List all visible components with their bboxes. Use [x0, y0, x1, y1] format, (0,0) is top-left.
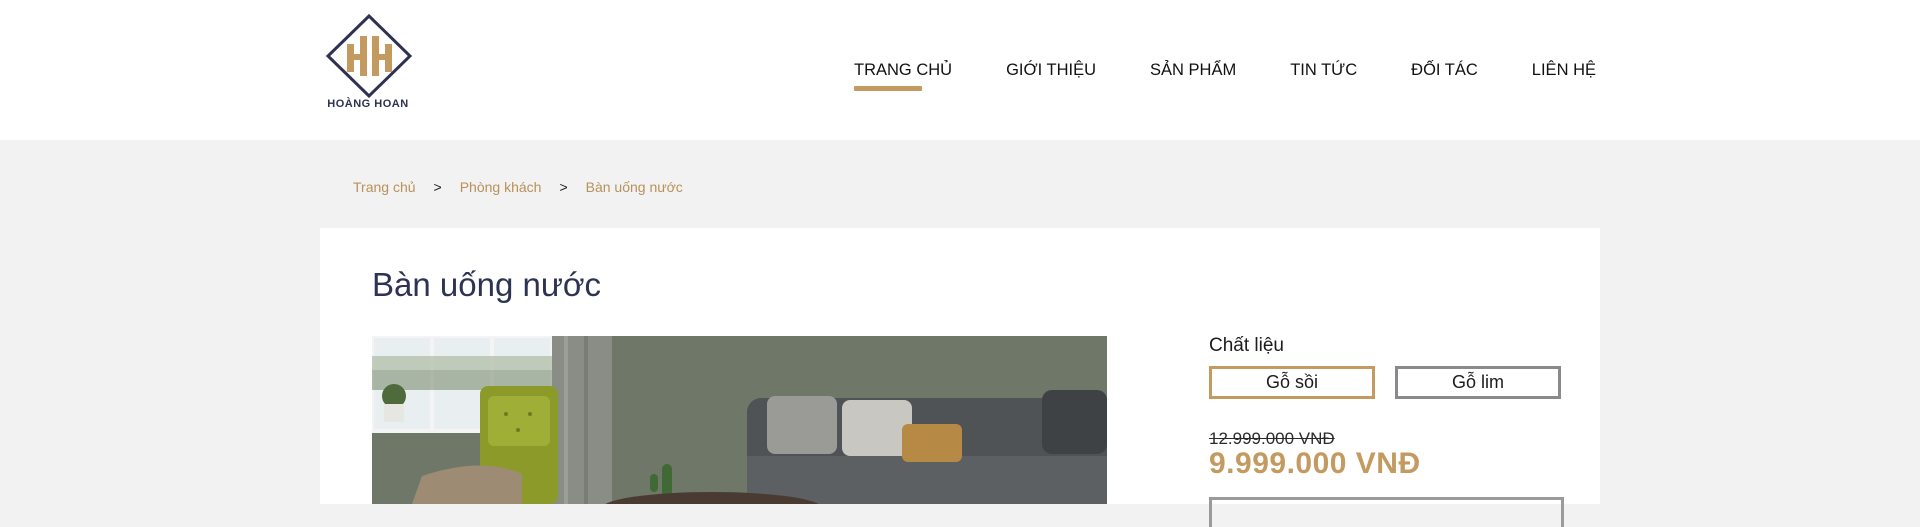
breadcrumb-living-room[interactable]: Phòng khách [460, 179, 542, 195]
product-photo-illustration [372, 336, 1107, 504]
sale-price: 9.999.000 VNĐ [1209, 447, 1421, 480]
brand-logo[interactable]: HOÀNG HOAN [320, 13, 420, 114]
nav-item-news[interactable]: TIN TỨC [1290, 61, 1357, 80]
nav-item-about[interactable]: GIỚI THIỆU [1006, 61, 1096, 80]
nav-item-home[interactable]: TRANG CHỦ [854, 61, 952, 91]
breadcrumb-home[interactable]: Trang chủ [353, 179, 416, 195]
material-option-ironwood[interactable]: Gỗ lim [1395, 366, 1561, 399]
nav-item-contact[interactable]: LIÊN HỆ [1532, 61, 1596, 80]
material-option-oak[interactable]: Gỗ sồi [1209, 366, 1375, 399]
add-to-cart-button[interactable] [1209, 497, 1564, 527]
logo-mark-icon [325, 13, 413, 99]
product-card: Bàn uống nước Chất liệu Gỗ sồi Gỗ lim 12… [320, 228, 1600, 527]
brand-name: HOÀNG HOAN [327, 98, 409, 110]
breadcrumb-separator: > [433, 179, 442, 195]
site-header: HOÀNG HOAN TRANG CHỦ GIỚI THIỆU SẢN PHẨM… [0, 0, 1920, 140]
material-label: Chất liệu [1209, 335, 1284, 356]
product-image[interactable] [372, 336, 1107, 504]
breadcrumb: Trang chủ > Phòng khách > Bàn uống nước [353, 179, 683, 195]
breadcrumb-separator: > [559, 179, 568, 195]
original-price: 12.999.000 VNĐ [1209, 429, 1335, 448]
page-title: Bàn uống nước [372, 266, 602, 303]
nav-item-products[interactable]: SẢN PHẨM [1150, 61, 1236, 80]
main-nav: TRANG CHỦ GIỚI THIỆU SẢN PHẨM TIN TỨC ĐỐ… [854, 61, 1596, 91]
nav-item-partners[interactable]: ĐỐI TÁC [1411, 61, 1478, 80]
breadcrumb-current[interactable]: Bàn uống nước [586, 179, 683, 195]
